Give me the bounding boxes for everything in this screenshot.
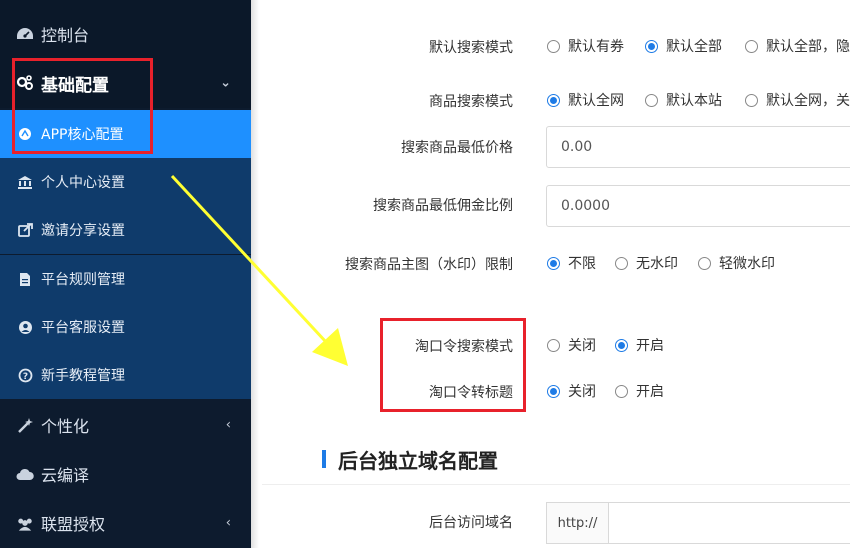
panel-shadow (251, 0, 259, 548)
radio-default-all[interactable]: 默认全部 (645, 36, 722, 56)
dashboard-icon (16, 25, 34, 43)
sidebar-item-label: APP核心配置 (41, 127, 124, 143)
domain-label: 后台访问域名 (429, 515, 513, 531)
radio-dot (547, 256, 560, 270)
sidebar-item-personalize[interactable]: 个性化 ‹ (0, 401, 251, 449)
sidebar-item-label: 控制台 (41, 26, 90, 45)
watermark-limit-label: 搜索商品主图（水印）限制 (345, 257, 513, 273)
sidebar-item-cloud-compile[interactable]: 云编译 (0, 450, 251, 498)
min-commission-label: 搜索商品最低佣金比例 (373, 198, 513, 214)
radio-taokou-search-off[interactable]: 关闭 (547, 335, 596, 355)
radio-label: 关闭 (568, 338, 596, 354)
radio-label: 默认全部 (666, 39, 722, 55)
user-circle-icon (17, 319, 33, 335)
radio-label: 默认本站 (666, 93, 722, 109)
radio-search-all-web-close[interactable]: 默认全网，关 (745, 90, 850, 110)
sidebar-item-alliance-auth[interactable]: 联盟授权 ‹ (0, 499, 251, 547)
radio-dot (615, 384, 628, 398)
radio-taokou-title-off[interactable]: 关闭 (547, 381, 596, 401)
magic-wand-icon (16, 416, 34, 434)
section-accent-bar (322, 450, 326, 468)
min-price-label: 搜索商品最低价格 (401, 140, 513, 156)
radio-dot (547, 338, 560, 352)
sidebar-group-label: 基础配置 (41, 75, 109, 96)
radio-label: 默认全网 (568, 93, 624, 109)
radio-dot (615, 338, 628, 352)
sidebar-item-tutorials[interactable]: ? 新手教程管理 (0, 351, 251, 399)
chevron-left-icon: ‹ (225, 417, 231, 433)
radio-dot (547, 384, 560, 398)
sidebar-item-dashboard[interactable]: 控制台 (0, 10, 251, 58)
sidebar-item-app-core-config[interactable]: APP核心配置 (0, 110, 251, 158)
gears-icon (16, 74, 34, 92)
default-search-mode-label: 默认搜索模式 (429, 40, 513, 56)
sidebar-item-label: 平台规则管理 (41, 272, 125, 288)
chevron-down-icon: ⌄ (220, 75, 231, 91)
chevron-left-icon: ‹ (225, 515, 231, 531)
document-icon (17, 271, 33, 287)
min-commission-input[interactable]: 0.0000 (546, 185, 850, 227)
radio-label: 不限 (568, 256, 596, 272)
radio-default-all-hide[interactable]: 默认全部，隐 (745, 36, 850, 56)
radio-label: 默认有券 (568, 39, 624, 55)
radio-dot (547, 39, 560, 53)
radio-dot (698, 256, 711, 270)
radio-dot (645, 93, 658, 107)
radio-label: 默认全部，隐 (766, 39, 850, 55)
sidebar-item-label: 邀请分享设置 (41, 223, 125, 239)
radio-label: 默认全网，关 (766, 93, 850, 109)
domain-input-group: http:// (546, 502, 850, 544)
cloud-icon (16, 465, 34, 483)
radio-watermark-unlimited[interactable]: 不限 (547, 253, 596, 273)
radio-dot (615, 256, 628, 270)
radio-watermark-none[interactable]: 无水印 (615, 253, 678, 273)
users-group-icon (16, 514, 34, 532)
taokou-search-mode-label: 淘口令搜索模式 (415, 339, 513, 355)
product-search-mode-label: 商品搜索模式 (429, 94, 513, 110)
radio-label: 开启 (636, 384, 664, 400)
radio-label: 开启 (636, 338, 664, 354)
bank-icon (17, 174, 33, 190)
radio-dot (745, 39, 758, 53)
sidebar-item-label: 新手教程管理 (41, 368, 125, 384)
sidebar: 控制台 基础配置 ⌄ APP核心配置 个人中心设置 邀请分享设置 平台规则管理 (0, 0, 251, 548)
svg-text:?: ? (22, 372, 27, 382)
min-price-input[interactable]: 0.00 (546, 126, 850, 168)
sidebar-item-label: 联盟授权 (41, 515, 106, 534)
radio-taokou-title-on[interactable]: 开启 (615, 381, 664, 401)
radio-label: 关闭 (568, 384, 596, 400)
sidebar-item-personal-center[interactable]: 个人中心设置 (0, 158, 251, 206)
sidebar-item-label: 个人中心设置 (41, 175, 125, 191)
sidebar-item-platform-rules[interactable]: 平台规则管理 (0, 255, 251, 303)
sidebar-item-label: 个性化 (41, 417, 90, 436)
domain-input[interactable] (609, 503, 850, 543)
share-icon (17, 222, 33, 238)
sidebar-item-label: 平台客服设置 (41, 320, 125, 336)
radio-label: 无水印 (636, 256, 678, 272)
radio-dot (547, 93, 560, 107)
sidebar-item-invite-share[interactable]: 邀请分享设置 (0, 206, 251, 254)
radio-search-this-site[interactable]: 默认本站 (645, 90, 722, 110)
app-circle-icon (17, 126, 33, 142)
radio-dot (745, 93, 758, 107)
sidebar-group-basic-config[interactable]: 基础配置 ⌄ (0, 58, 251, 108)
radio-label: 轻微水印 (719, 256, 775, 272)
radio-dot (645, 39, 658, 53)
section-title-domain-config: 后台独立域名配置 (322, 446, 498, 473)
sidebar-item-customer-service[interactable]: 平台客服设置 (0, 303, 251, 351)
radio-default-coupon[interactable]: 默认有券 (547, 36, 624, 56)
taokou-title-label: 淘口令转标题 (429, 385, 513, 401)
radio-search-all-web[interactable]: 默认全网 (547, 90, 624, 110)
radio-taokou-search-on[interactable]: 开启 (615, 335, 664, 355)
radio-watermark-light[interactable]: 轻微水印 (698, 253, 775, 273)
url-prefix: http:// (547, 503, 609, 543)
question-circle-icon: ? (17, 367, 33, 383)
section-title-text: 后台独立域名配置 (338, 448, 498, 473)
sidebar-item-label: 云编译 (41, 466, 90, 485)
section-divider (262, 484, 850, 485)
